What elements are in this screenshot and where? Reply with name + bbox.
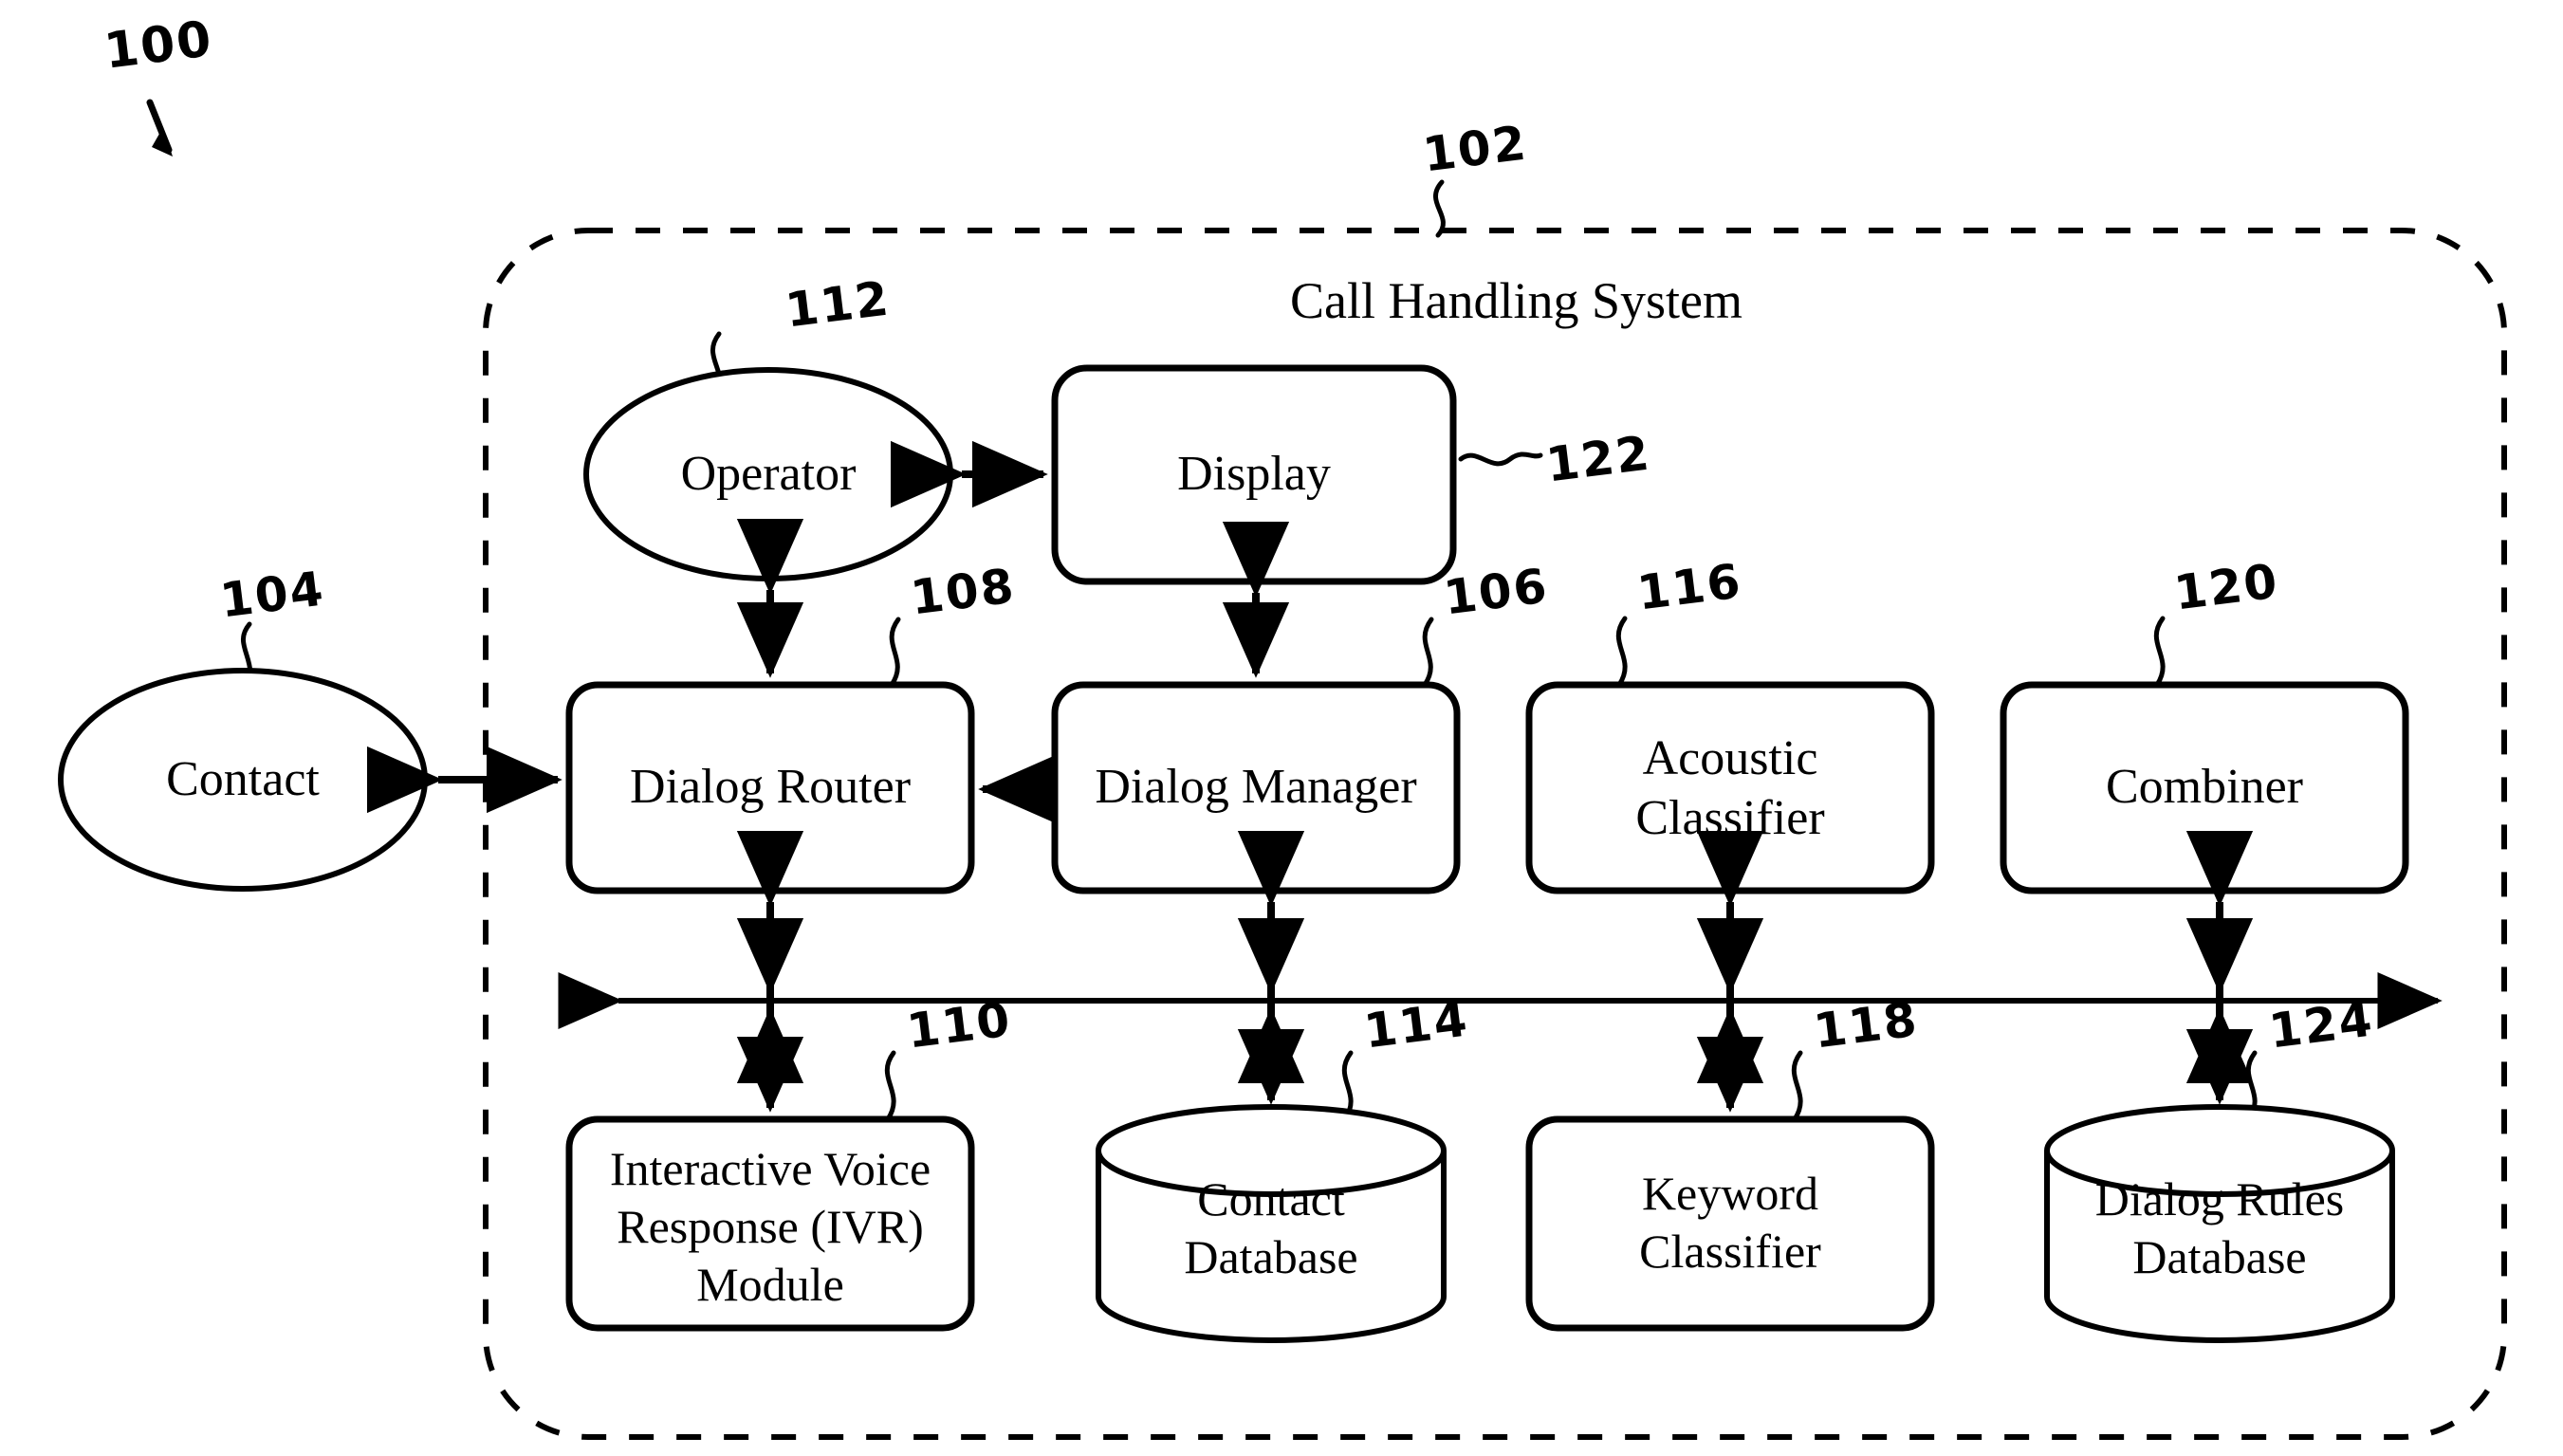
middle-row-shapes (565, 681, 2409, 894)
system-title: Call Handling System (1290, 272, 1742, 329)
patent-figure: 100 102 Call Handling System Contact 104… (0, 0, 2563, 1456)
figure-ref-arrow (146, 99, 173, 157)
reference-leaders (241, 179, 2258, 1122)
operator-node-shape (583, 367, 953, 581)
display-node-shape (1051, 364, 1457, 585)
diagram-graphics (58, 99, 2507, 1440)
dialog-rules-database-shape (2044, 1104, 2395, 1343)
contact-database-shape (1096, 1104, 1447, 1343)
contact-node-shape (58, 668, 428, 892)
